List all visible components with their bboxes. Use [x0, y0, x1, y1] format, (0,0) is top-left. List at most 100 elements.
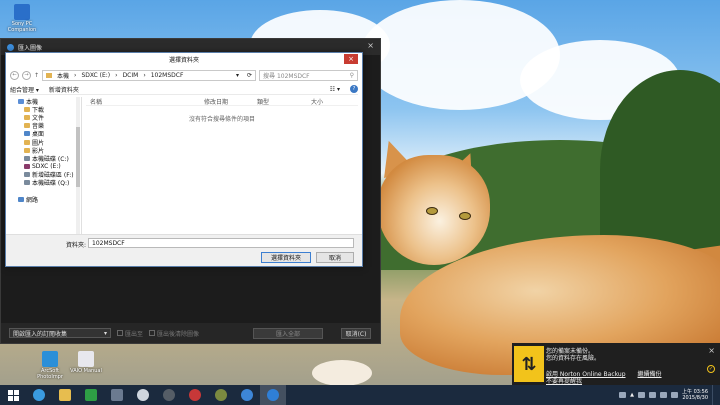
nav-item[interactable]: 本機 — [10, 97, 81, 106]
music-app-icon — [215, 389, 227, 401]
import-all-button[interactable]: 匯入全部 — [253, 327, 324, 339]
choose-folder-dialog: 選擇資料夾 × ← → ↑ 本機 › SDXC (E:) › DCIM › 10… — [5, 52, 363, 267]
import-app-icon — [7, 43, 14, 51]
system-tray: ▲ 上午 03:56 2015/8/30 — [619, 385, 716, 405]
start-button[interactable] — [0, 385, 26, 405]
nav-item[interactable]: 本機磁碟 (Q:) — [10, 179, 81, 187]
norton-backup-icon: ⇅ — [514, 346, 544, 382]
column-header-name[interactable]: 名稱 — [86, 97, 204, 106]
folder-icon — [24, 155, 30, 161]
export-to-checkbox[interactable]: 匯出至 — [117, 329, 143, 338]
folder-icon — [24, 139, 30, 145]
keyboard-icon[interactable] — [619, 392, 627, 398]
file-list: 名稱 修改日期 類型 大小 沒有符合搜尋條件的項目 — [86, 97, 358, 237]
nav-item[interactable]: 音樂 — [10, 122, 81, 130]
help-icon[interactable]: ? — [350, 85, 358, 93]
dont-remind-link[interactable]: 不要再提醒我 — [546, 376, 582, 385]
nav-scrollbar[interactable] — [76, 97, 80, 237]
taskbar-photo-import[interactable] — [260, 385, 286, 405]
folder-name-value: 102MSDCF — [92, 239, 125, 247]
notification-line-2: 您的資料存在風險。 — [546, 355, 601, 362]
file-list-headers: 名稱 修改日期 類型 大小 — [86, 97, 358, 106]
check-circle-icon: ✓ — [707, 365, 715, 373]
desktop-icon-vaio-manual[interactable]: VAIO Manual — [64, 351, 108, 374]
choose-folder-close-button[interactable]: × — [344, 54, 358, 64]
folder-cancel-button[interactable]: 取消 — [316, 252, 354, 263]
nav-item[interactable]: 圖片 — [10, 138, 81, 147]
taskbar-file-explorer[interactable] — [52, 385, 78, 405]
address-path[interactable]: 本機 › SDXC (E:) › DCIM › 102MSDCF ▾ ⟳ — [42, 69, 257, 81]
scrollbar-thumb[interactable] — [76, 127, 80, 187]
path-segment[interactable]: SDXC (E:) — [81, 72, 110, 79]
vaio-manual-icon — [78, 351, 94, 367]
norton-backup-notification: ⇅ × 您的備案未備份。 您的資料存在風險。 啟用 Norton Online … — [512, 343, 720, 385]
clear-after-export-checkbox[interactable]: 匯出後清除圖像 — [149, 329, 199, 338]
nav-item[interactable]: 本機磁碟 (C:) — [10, 154, 81, 163]
view-options-icon[interactable]: ☷ ▾ — [330, 86, 340, 93]
folder-icon — [24, 131, 30, 137]
taskbar-clock[interactable]: 上午 03:56 2015/8/30 — [682, 389, 708, 401]
cat-eye — [459, 212, 471, 220]
volume-icon[interactable] — [671, 392, 678, 398]
notification-text: 您的備案未備份。 您的資料存在風險。 — [546, 348, 600, 362]
tray-overflow-icon[interactable]: ▲ — [630, 392, 634, 398]
desktop-icon-sony-pc-companion[interactable]: Sony PC Companion — [0, 4, 44, 33]
folder-icon — [24, 106, 30, 112]
empty-search-message: 沒有符合搜尋條件的項目 — [188, 116, 255, 123]
import-window-close-icon[interactable]: × — [367, 41, 374, 50]
taskbar-app-grid[interactable] — [104, 385, 130, 405]
taskbar-settings-app[interactable] — [234, 385, 260, 405]
column-header-type[interactable]: 類型 — [257, 97, 311, 106]
folder-icon — [24, 114, 30, 120]
taskbar-internet-explorer[interactable] — [26, 385, 52, 405]
taskbar-vaio-care[interactable] — [182, 385, 208, 405]
taskbar-music-app[interactable] — [208, 385, 234, 405]
organize-button[interactable]: 組合管理 ▾ — [10, 85, 39, 94]
path-segment[interactable]: DCIM — [123, 72, 139, 79]
folder-field-label: 資料夾: — [66, 242, 87, 249]
network-icon[interactable] — [649, 392, 656, 398]
path-segment[interactable]: 本機 — [57, 71, 69, 80]
nav-item[interactable]: 桌面 — [10, 130, 81, 138]
norton-tray-icon[interactable] — [638, 392, 645, 398]
choose-folder-title: 選擇資料夾 — [168, 57, 199, 64]
forward-arrow-icon[interactable]: → — [22, 70, 31, 80]
import-window-bottom-bar: 開啟匯入的訂閱收集 ▾ 匯出至 匯出後清除圖像 匯入全部 取消(C) — [1, 323, 380, 343]
import-cancel-button[interactable]: 取消(C) — [341, 327, 372, 339]
search-icon: ⚲ — [349, 71, 354, 79]
dialog-toolbar: 組合管理 ▾ 新增資料夾 ☷ ▾ ? — [10, 84, 358, 95]
nav-item-label: 本機磁碟 (C:) — [32, 155, 69, 163]
chevron-down-icon[interactable]: ▾ — [236, 72, 239, 79]
taskbar-media-player[interactable] — [130, 385, 156, 405]
nav-item-label: SDXC (E:) — [32, 163, 61, 171]
refresh-icon[interactable]: ⟳ — [247, 72, 252, 79]
nav-item[interactable]: 下載 — [10, 105, 81, 114]
nav-item[interactable]: 網路 — [10, 195, 81, 204]
navigation-pane: 本機 下載 文件 音樂 桌面 圖片 影片 本機磁碟 (C:) SDXC (E:) 新增磁碟區 (F… — [10, 97, 82, 237]
choose-folder-titlebar[interactable]: 選擇資料夾 × — [6, 53, 362, 66]
nav-item[interactable]: 文件 — [10, 113, 81, 122]
photo-import-icon — [267, 389, 279, 401]
path-separator: › — [115, 71, 118, 79]
show-desktop-button[interactable] — [712, 385, 716, 405]
windows-start-icon — [7, 389, 19, 401]
select-folder-button[interactable]: 選擇資料夾 — [261, 252, 311, 263]
path-segment[interactable]: 102MSDCF — [151, 72, 184, 79]
search-input[interactable]: 搜尋 102MSDCF ⚲ — [259, 69, 358, 81]
new-folder-button[interactable]: 新增資料夾 — [49, 85, 79, 94]
taskbar-store[interactable] — [78, 385, 104, 405]
taskbar-camera-app[interactable] — [156, 385, 182, 405]
settings-app-icon — [241, 389, 253, 401]
back-arrow-icon[interactable]: ← — [10, 70, 19, 80]
continue-backup-link[interactable]: 繼續備份 — [638, 369, 662, 378]
folder-icon — [24, 147, 30, 153]
column-header-modified[interactable]: 修改日期 — [204, 97, 257, 106]
media-player-icon — [137, 389, 149, 401]
column-header-size[interactable]: 大小 — [311, 97, 351, 106]
notification-close-icon[interactable]: × — [708, 346, 715, 355]
vaio-care-icon — [189, 389, 201, 401]
folder-name-input[interactable]: 102MSDCF — [88, 238, 354, 248]
up-arrow-icon[interactable]: ↑ — [34, 72, 39, 79]
battery-icon[interactable] — [660, 392, 667, 398]
open-after-import-select[interactable]: 開啟匯入的訂閱收集 ▾ — [9, 328, 111, 338]
